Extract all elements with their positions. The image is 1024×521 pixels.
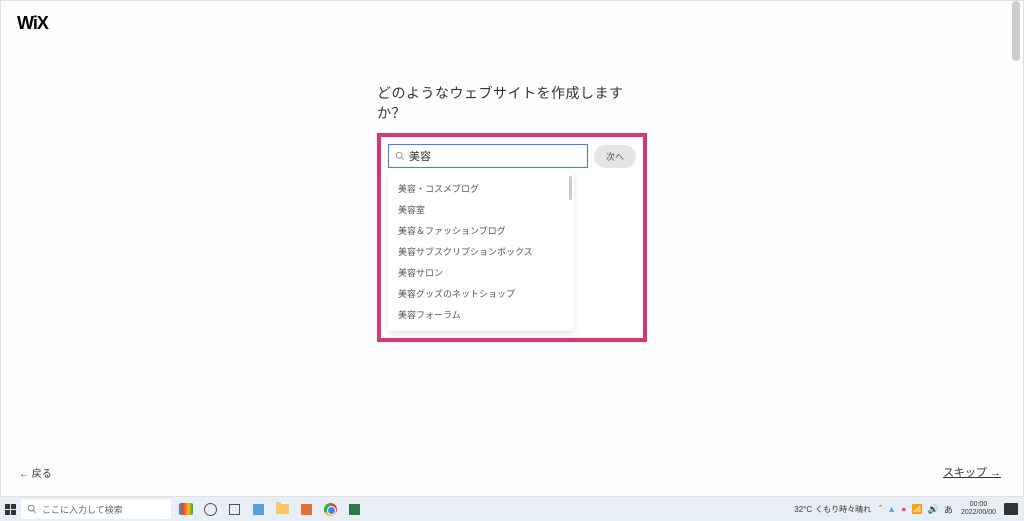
suggestion-item[interactable]: 美容サブスクリプションボックス <box>388 241 574 262</box>
app-icon[interactable] <box>251 502 265 516</box>
weather-widget[interactable]: 32°C くもり時々晴れ <box>794 504 871 515</box>
suggestion-item[interactable]: 美容＆ファッションブログ <box>388 220 574 241</box>
onedrive-icon[interactable]: ▲ <box>887 504 896 514</box>
taskbar-pinned <box>179 502 361 516</box>
suggestion-item[interactable]: 美容サロン <box>388 262 574 283</box>
start-button[interactable] <box>0 497 20 521</box>
search-icon <box>27 504 37 514</box>
suggestion-item[interactable]: 美容フォーラム <box>388 304 574 325</box>
page-title: どのようなウェブサイトを作成しますか？ <box>377 83 647 123</box>
chrome-icon[interactable] <box>323 502 337 516</box>
taskbar-clock[interactable]: 00:00 2022/00/00 <box>961 501 996 516</box>
suggestion-item[interactable]: 美容・コスメブログ <box>388 178 574 199</box>
suggestion-item[interactable]: 美容グッズのネットショップ <box>388 283 574 304</box>
wix-logo: WiX <box>17 13 48 34</box>
taskbar-search[interactable]: ここに入力して検索 <box>21 499 171 519</box>
ime-indicator[interactable]: あ <box>944 503 953 516</box>
back-link[interactable]: ← 戻る <box>19 465 52 480</box>
site-type-search-input[interactable]: 美容 <box>388 144 588 168</box>
dropdown-scrollbar[interactable] <box>569 176 572 200</box>
app-icon[interactable] <box>299 502 313 516</box>
windows-icon <box>5 504 16 515</box>
weather-text: くもり時々晴れ <box>815 504 871 515</box>
page-scrollbar[interactable] <box>1012 1 1020 496</box>
browser-window: WiX どのようなウェブサイトを作成しますか？ 美容 次へ 美容・コスメブログ … <box>0 0 1024 497</box>
clock-date: 2022/00/00 <box>961 509 996 517</box>
search-row: 美容 次へ <box>388 144 636 168</box>
news-widget-icon[interactable] <box>179 502 193 516</box>
network-icon[interactable]: 📶 <box>912 504 923 515</box>
system-tray: 32°C くもり時々晴れ ˆ ▲ ● 📶 🔊 あ 00:00 2022/00/0… <box>794 501 1024 516</box>
search-value: 美容 <box>409 148 431 164</box>
taskbar-search-placeholder: ここに入力して検索 <box>42 503 123 516</box>
file-explorer-icon[interactable] <box>275 502 289 516</box>
suggestion-item[interactable]: 美容室 <box>388 199 574 220</box>
onboarding-panel: どのようなウェブサイトを作成しますか？ 美容 次へ 美容・コスメブログ 美容室 … <box>377 83 647 342</box>
suggestions-dropdown: 美容・コスメブログ 美容室 美容＆ファッションブログ 美容サブスクリプションボッ… <box>388 172 574 331</box>
highlight-box: 美容 次へ 美容・コスメブログ 美容室 美容＆ファッションブログ 美容サブスクリ… <box>377 133 647 342</box>
next-button[interactable]: 次へ <box>594 145 636 168</box>
clock-time: 00:00 <box>961 501 996 509</box>
weather-temp: 32°C <box>794 505 812 514</box>
task-view-icon[interactable] <box>227 502 241 516</box>
search-icon <box>395 151 405 161</box>
tray-chevron-icon[interactable]: ˆ <box>879 504 882 514</box>
app-icon[interactable] <box>347 502 361 516</box>
windows-taskbar: ここに入力して検索 32°C くもり時々晴れ ˆ ▲ ● 📶 🔊 あ 00:00… <box>0 497 1024 521</box>
tray-icons: ˆ ▲ ● 📶 🔊 あ <box>879 503 953 516</box>
cortana-icon[interactable] <box>203 502 217 516</box>
volume-icon[interactable]: 🔊 <box>928 504 939 515</box>
scrollbar-thumb[interactable] <box>1012 1 1020 61</box>
tray-app-icon[interactable]: ● <box>901 504 906 514</box>
skip-link[interactable]: スキップ → <box>943 464 1001 480</box>
action-center-icon[interactable] <box>1004 503 1018 515</box>
